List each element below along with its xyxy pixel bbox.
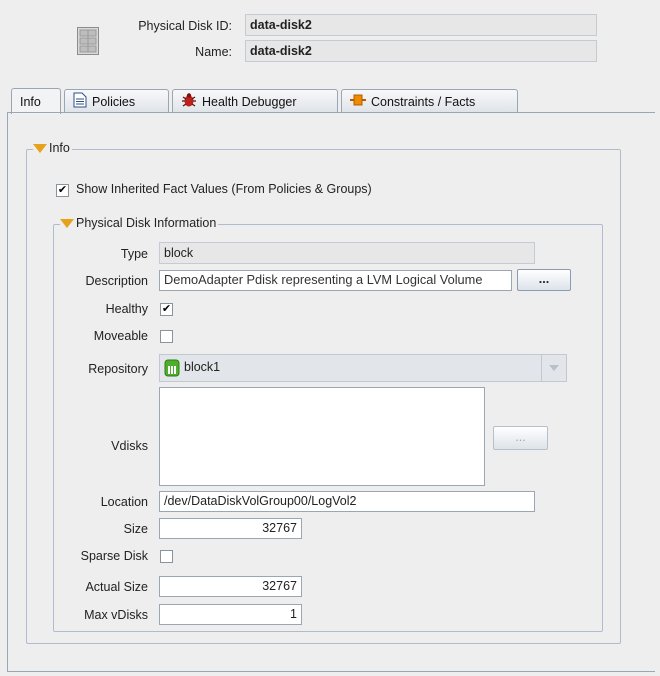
max-vdisks-label: Max vDisks bbox=[84, 608, 148, 622]
disk-info-group-legend[interactable]: Physical Disk Information bbox=[60, 216, 219, 230]
info-group-title: Info bbox=[49, 141, 70, 155]
tab-policies-label: Policies bbox=[92, 94, 136, 109]
name-field: data-disk2 bbox=[245, 40, 597, 62]
tab-constraints-facts-label: Constraints / Facts bbox=[371, 94, 476, 109]
size-field[interactable]: 32767 bbox=[159, 518, 302, 539]
info-group-legend[interactable]: Info bbox=[33, 141, 72, 155]
show-inherited-label: Show Inherited Fact Values (From Policie… bbox=[76, 182, 372, 196]
repository-select[interactable]: block1 bbox=[159, 354, 567, 382]
location-field[interactable]: /dev/DataDiskVolGroup00/LogVol2 bbox=[159, 491, 535, 512]
disk-info-group-title: Physical Disk Information bbox=[76, 216, 217, 230]
max-vdisks-field[interactable]: 1 bbox=[159, 604, 302, 625]
vdisks-edit-button[interactable]: ... bbox=[493, 426, 548, 450]
physical-disk-icon bbox=[77, 27, 99, 55]
type-label: Type bbox=[120, 247, 148, 261]
tab-info[interactable]: Info bbox=[11, 88, 61, 114]
description-field[interactable]: DemoAdapter Pdisk representing a LVM Log… bbox=[159, 270, 512, 291]
tab-info-label: Info bbox=[20, 94, 41, 109]
tab-health-debugger-label: Health Debugger bbox=[202, 94, 297, 109]
tab-policies[interactable]: Policies bbox=[64, 89, 169, 113]
vdisks-label: Vdisks bbox=[111, 439, 148, 453]
type-field: block bbox=[159, 242, 535, 264]
constraint-icon bbox=[350, 93, 366, 110]
sparse-disk-checkbox[interactable] bbox=[160, 550, 173, 563]
repository-value: block1 bbox=[184, 360, 221, 374]
sparse-disk-label: Sparse Disk bbox=[80, 549, 148, 563]
collapse-triangle-icon bbox=[60, 218, 74, 228]
moveable-checkbox[interactable] bbox=[160, 330, 173, 343]
tab-constraints-facts[interactable]: Constraints / Facts bbox=[341, 89, 518, 113]
description-edit-button[interactable]: ... bbox=[517, 269, 571, 291]
name-label: Name: bbox=[195, 45, 232, 59]
repository-label: Repository bbox=[88, 362, 148, 376]
moveable-label: Moveable bbox=[93, 329, 148, 343]
actual-size-label: Actual Size bbox=[85, 580, 148, 594]
disk-id-field: data-disk2 bbox=[245, 14, 597, 36]
location-label: Location bbox=[100, 495, 148, 509]
actual-size-field[interactable]: 32767 bbox=[159, 576, 302, 597]
disk-id-label: Physical Disk ID: bbox=[138, 19, 232, 33]
healthy-label: Healthy bbox=[105, 302, 148, 316]
tab-health-debugger[interactable]: Health Debugger bbox=[172, 89, 338, 113]
repository-icon bbox=[164, 359, 180, 380]
show-inherited-checkbox[interactable]: ✔ bbox=[56, 184, 69, 197]
bug-icon bbox=[181, 92, 197, 111]
size-label: Size bbox=[123, 522, 148, 536]
collapse-triangle-icon bbox=[33, 143, 47, 153]
vdisks-list[interactable] bbox=[159, 387, 485, 486]
document-icon bbox=[73, 92, 87, 111]
dropdown-arrow-icon[interactable] bbox=[541, 355, 566, 381]
description-label: Description bbox=[85, 274, 148, 288]
healthy-checkbox[interactable]: ✔ bbox=[160, 303, 173, 316]
